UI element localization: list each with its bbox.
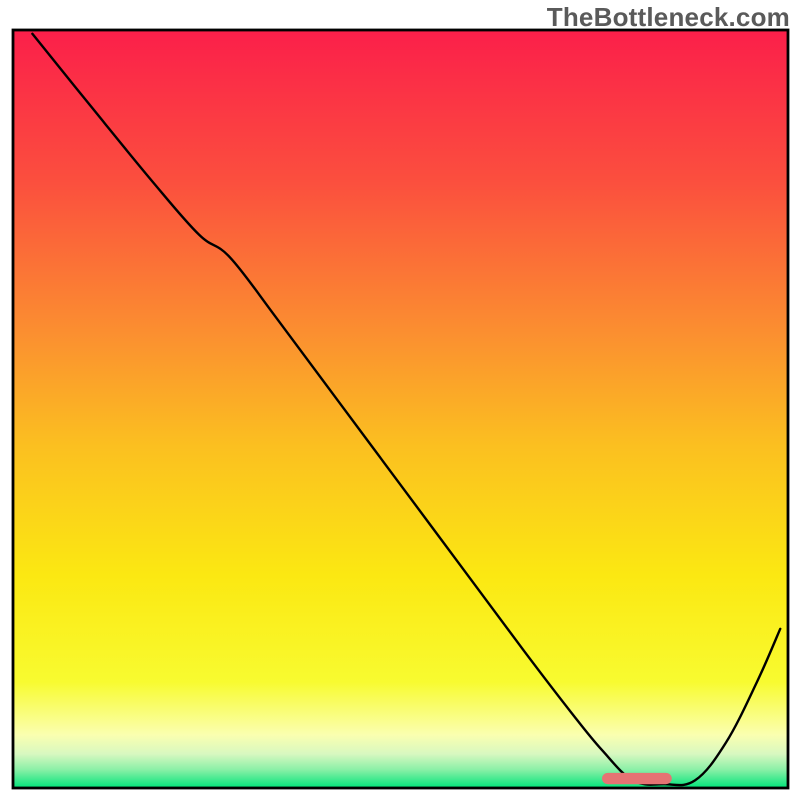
chart-container: TheBottleneck.com [0, 0, 800, 800]
optimal-range-marker [602, 773, 672, 784]
watermark-text: TheBottleneck.com [547, 2, 790, 33]
plot-background [13, 30, 788, 788]
bottleneck-chart [0, 0, 800, 800]
